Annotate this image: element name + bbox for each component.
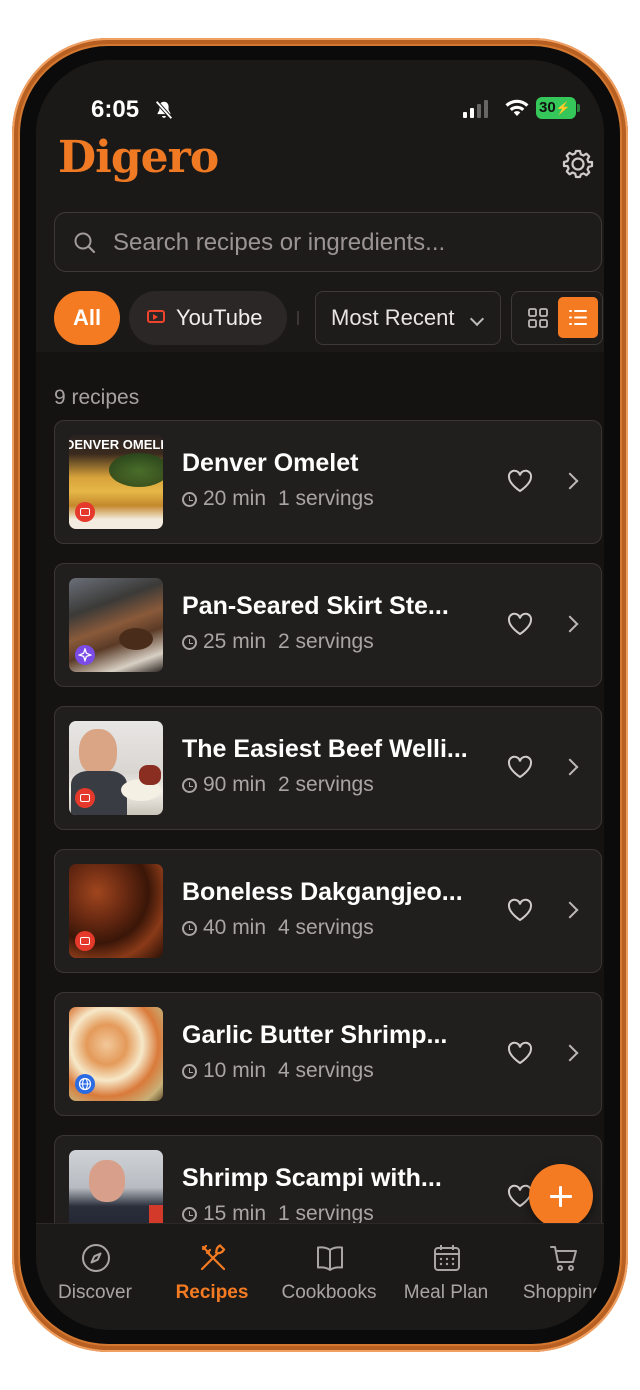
bell-off-icon <box>155 100 173 120</box>
search-input[interactable]: Search recipes or ingredients... <box>54 212 602 272</box>
youtube-icon <box>147 310 165 323</box>
chevron-right-icon <box>561 758 579 776</box>
tab-cookbooks-label: Cookbooks <box>281 1282 377 1303</box>
favorite-heart-icon[interactable] <box>507 612 533 636</box>
chevron-right-icon <box>561 615 579 633</box>
tab-shopping-label: Shopping <box>522 1282 604 1303</box>
favorite-heart-icon[interactable] <box>507 1041 533 1065</box>
chevron-right-icon <box>561 1044 579 1062</box>
status-time: 6:05 <box>91 96 140 123</box>
recipe-thumbnail: DENVER OMELE <box>69 435 163 529</box>
thumbnail-caption: DENVER OMELE <box>69 437 163 452</box>
recipe-card[interactable]: Boneless Dakgangjeo... 40 min 4 servings <box>54 849 602 973</box>
tab-meal-plan-label: Meal Plan <box>403 1282 489 1303</box>
app-screen: 6:05 30⚡ Digero Search recipes or ingred… <box>36 60 604 1330</box>
sparkles-icon <box>78 648 92 662</box>
phone-frame: 6:05 30⚡ Digero Search recipes or ingred… <box>12 38 628 1352</box>
recipe-time: 40 min <box>203 916 267 939</box>
clock-icon <box>182 1064 197 1079</box>
recipe-title: Boneless Dakgangjeo... <box>182 878 463 906</box>
chevron-down-icon <box>469 311 485 327</box>
divider <box>297 311 299 325</box>
clock-icon <box>182 492 197 507</box>
globe-icon <box>78 1077 92 1091</box>
view-toggle <box>511 291 603 345</box>
sort-selected-value: Most Recent <box>331 305 455 330</box>
recipe-card[interactable]: Pan-Seared Skirt Ste... 25 min 2 servings <box>54 563 602 687</box>
filter-chip-all[interactable]: All <box>54 291 120 345</box>
recipe-title: Denver Omelet <box>182 449 359 477</box>
favorite-heart-icon[interactable] <box>507 469 533 493</box>
filter-chip-youtube-label: YouTube <box>176 305 263 330</box>
add-recipe-button[interactable] <box>529 1164 593 1228</box>
web-source-badge <box>75 1074 95 1094</box>
favorite-heart-icon[interactable] <box>507 898 533 922</box>
chevron-right-icon <box>561 901 579 919</box>
search-icon <box>74 232 96 254</box>
recipe-meta: 90 min 2 servings <box>182 773 374 797</box>
calendar-icon <box>434 1245 460 1271</box>
clock-icon <box>182 635 197 650</box>
chevron-right-icon <box>561 472 579 490</box>
utensils-icon <box>200 1244 226 1271</box>
list-view-button[interactable] <box>558 297 598 338</box>
book-icon <box>317 1246 343 1271</box>
header: 6:05 30⚡ Digero Search recipes or ingred… <box>36 60 604 352</box>
recipe-title: Pan-Seared Skirt Ste... <box>182 592 449 620</box>
recipe-time: 15 min <box>203 1202 267 1225</box>
recipe-thumbnail <box>69 1007 163 1101</box>
grid-view-icon[interactable] <box>527 307 549 329</box>
wifi-icon <box>505 99 529 116</box>
clock-icon <box>182 921 197 936</box>
list-view-icon <box>569 310 587 325</box>
filter-chip-youtube[interactable]: YouTube <box>129 291 287 345</box>
youtube-source-badge <box>75 502 95 522</box>
sort-dropdown[interactable]: Most Recent <box>315 291 501 345</box>
recipe-card[interactable]: DENVER OMELE Denver Omelet 20 min 1 servi… <box>54 420 602 544</box>
youtube-source-badge <box>75 931 95 951</box>
recipe-meta: 20 min 1 servings <box>182 487 374 511</box>
tab-discover-label: Discover <box>58 1282 132 1303</box>
app-logo: Digero <box>58 132 219 183</box>
recipe-thumbnail <box>69 864 163 958</box>
recipe-time: 10 min <box>203 1059 267 1082</box>
ai-source-badge <box>75 645 95 665</box>
recipe-servings: 1 servings <box>278 487 374 510</box>
favorite-heart-icon[interactable] <box>507 755 533 779</box>
youtube-source-badge <box>75 788 95 808</box>
settings-gear-icon[interactable] <box>562 148 594 180</box>
recipe-servings: 4 servings <box>278 1059 374 1082</box>
cart-icon <box>550 1246 577 1271</box>
recipe-thumbnail <box>69 721 163 815</box>
recipe-servings: 2 servings <box>278 773 374 796</box>
recipe-card[interactable]: The Easiest Beef Welli... 90 min 2 servin… <box>54 706 602 830</box>
battery-indicator: 30⚡ <box>536 97 580 119</box>
tab-bar: Discover Recipes Cookbooks Meal Plan Sho… <box>36 1223 604 1330</box>
clock-icon <box>182 1207 197 1222</box>
recipe-title: Shrimp Scampi with... <box>182 1164 442 1192</box>
battery-level: 30 <box>539 99 556 116</box>
recipe-meta: 25 min 2 servings <box>182 630 374 654</box>
recipe-title: The Easiest Beef Welli... <box>182 735 468 763</box>
recipe-time: 25 min <box>203 630 267 653</box>
clock-icon <box>182 778 197 793</box>
compass-icon <box>82 1244 110 1272</box>
recipe-servings: 2 servings <box>278 630 374 653</box>
recipe-title: Garlic Butter Shrimp... <box>182 1021 448 1049</box>
recipe-servings: 4 servings <box>278 916 374 939</box>
recipe-card[interactable]: Garlic Butter Shrimp... 10 min 4 servings <box>54 992 602 1116</box>
recipe-time: 90 min <box>203 773 267 796</box>
search-placeholder: Search recipes or ingredients... <box>113 229 446 256</box>
recipe-meta: 10 min 4 servings <box>182 1059 374 1083</box>
tab-recipes-label: Recipes <box>175 1282 249 1303</box>
recipe-servings: 1 servings <box>278 1202 374 1225</box>
recipe-count: 9 recipes <box>54 386 140 409</box>
recipe-meta: 40 min 4 servings <box>182 916 374 940</box>
recipe-thumbnail <box>69 578 163 672</box>
phone-bezel: 6:05 30⚡ Digero Search recipes or ingred… <box>20 46 620 1344</box>
recipe-time: 20 min <box>203 487 267 510</box>
cellular-signal-icon <box>463 100 488 118</box>
